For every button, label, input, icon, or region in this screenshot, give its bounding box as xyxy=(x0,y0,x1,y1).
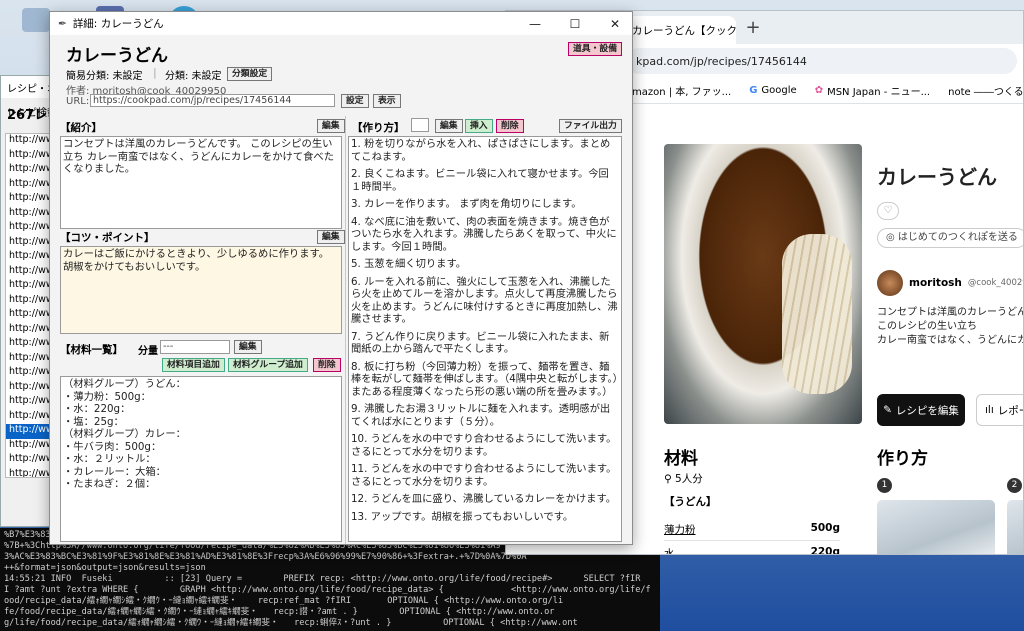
author-id: @cook_40029950 xyxy=(967,278,1023,288)
simple-class-label: 簡易分類: 未設定 xyxy=(66,71,143,82)
step-number-field[interactable] xyxy=(411,118,429,132)
terminal-line: I ?amt ?unt ?extra WHERE { GRAPH <http:/… xyxy=(4,585,651,595)
google-icon: G xyxy=(749,85,758,96)
file-output-button[interactable]: ファイル出力 xyxy=(559,119,622,133)
step-item: 2. 良くこねます。ビニール袋に入れて寝かせます。今回１時間半。 xyxy=(351,168,609,193)
new-tab-icon[interactable]: + xyxy=(740,17,766,38)
tab-title: カレーうどん【クックパッド】 xyxy=(632,24,736,37)
step-item: 8. 板に打ち粉（今回薄力粉）を振って、麺帯を置き、麺棒を転がして麺帯を伸ばしま… xyxy=(351,360,618,398)
step-item: 11. うどんを水の中ですり合わせるようにして洗います。さるにとって水分を切りま… xyxy=(351,463,617,488)
person-icon: ⚲ xyxy=(664,473,676,485)
recipe-title: カレーうどん xyxy=(877,165,997,189)
tips-heading: 【コツ・ポイント】 xyxy=(60,232,155,244)
first-tsukurepo-button[interactable]: ◎ はじめてのつくれぽを送る xyxy=(877,228,1023,248)
pencil-icon: ✎ xyxy=(883,404,892,416)
detail-window[interactable]: ✒ 詳細: カレーうどん — ☐ ✕ カレーうどん 道具・設備 簡易分類: 未設… xyxy=(49,11,633,545)
step-item: 10. うどんを水の中ですり合わせるようにして洗います。さるにとって水分を切りま… xyxy=(351,433,617,458)
step-item: 5. 玉葱を細く切ります。 xyxy=(351,258,467,270)
terminal-line: fe/food/recipe_data/繧ｫ繝ｬ繝ｼ繧・ｸ繝ｳ・ｰ縺ｮ繝ｬ繧ｷ繝… xyxy=(4,607,555,617)
servings: ⚲ 5人分 xyxy=(664,473,703,485)
add-material-item-button[interactable]: 材料項目追加 xyxy=(162,358,225,372)
recipe-photo xyxy=(664,144,862,424)
msn-icon: ✿ xyxy=(814,85,824,96)
materials-delete-button[interactable]: 削除 xyxy=(313,358,341,372)
add-material-group-button[interactable]: 材料グループ追加 xyxy=(228,358,308,372)
heart-icon[interactable]: ♡ xyxy=(877,202,899,220)
step-item: 3. カレーを作ります。 まず肉を角切りにします。 xyxy=(351,198,582,210)
step-item: 4. なべ底に油を敷いて、肉の表面を焼きます。焼き色がついたら水を入れます。沸騰… xyxy=(351,215,617,253)
browser-tab[interactable]: カレーうどん【クックパッド】 ✕ xyxy=(626,16,736,44)
step-item: 6. ルーを入れる前に、強火にして玉葱を入れ、沸騰したら火を止めてルーを溶かしま… xyxy=(351,275,618,326)
recipe-page: カレーうどん ♡ ◎ はじめてのつくれぽを送る moritosh @cook_4… xyxy=(626,104,1023,554)
step-item: 9. 沸騰したお湯３リットルに麺を入れます。透明感が出てくれば水にとります（５分… xyxy=(351,403,611,428)
step-item: 12. うどんを皿に盛り、沸騰しているカレーをかけます。 xyxy=(351,493,617,505)
minimize-icon[interactable]: — xyxy=(518,17,552,31)
intro-text[interactable]: コンセプトは洋風のカレーうどんです。 このレシピの生い立ち カレー南蛮ではなく、… xyxy=(60,136,342,229)
set-button[interactable]: 設定 xyxy=(341,94,369,108)
amount-field[interactable]: --- xyxy=(160,340,230,354)
ingredient-row: 薄力粉 500g xyxy=(664,522,840,541)
steps-heading: 作り方 xyxy=(877,449,928,469)
terminal-line: ood/recipe_data/繧ｫ繝ｬ繝ｼ繧・ｸ繝ｳ・ｰ縺ｮ繝ｬ繧ｷ繝斐・ r… xyxy=(4,596,564,606)
intro-heading: 【紹介】 xyxy=(60,122,102,134)
materials-text[interactable]: （材料グループ）うどん： ・薄力粉：500g： ・水：220g： ・塩：25g：… xyxy=(60,376,342,542)
author-name: moritosh xyxy=(909,277,962,289)
recipe-name: カレーうどん xyxy=(66,46,168,66)
step-item: 1. 粉を切りながら水を入れ、ぱさぱさにします。まとめてこねます。 xyxy=(351,138,611,163)
step-item: 7. うどん作りに戻ります。ビニール袋に入れたまま、新聞紙の上から踏んで平たくし… xyxy=(351,330,610,356)
edit-recipe-button[interactable]: ✎ レシピを編集 xyxy=(877,394,965,426)
recipe-description: コンセプトは洋風のカレーうどんです。 このレシピの生い立ち カレー南蛮ではなく、… xyxy=(877,307,1023,346)
steps-edit-button[interactable]: 編集 xyxy=(435,119,463,133)
materials-heading: 【材料一覧】 xyxy=(60,344,123,356)
bookmark-msn[interactable]: ✿ MSN Japan - ニュー... xyxy=(815,83,930,98)
steps-text[interactable]: 1. 粉を切りながら水を入れ、ぱさぱさにします。まとめてこねます。 2. 良くこね… xyxy=(348,136,622,542)
insert-step-button[interactable]: 挿入 xyxy=(465,119,493,133)
materials-heading: 材料 xyxy=(664,449,698,469)
report-button[interactable]: ılıレポー xyxy=(976,394,1023,426)
step-item: 13. アップです。胡椒を振ってもおいしいです。 xyxy=(351,510,574,523)
bookmark-amazon[interactable]: mazon | 本, ファッ... xyxy=(632,83,731,98)
amount-label: 分量 xyxy=(138,346,158,357)
step-number: 1 xyxy=(877,478,892,493)
title-bar: ✒ 詳細: カレーうどん — ☐ ✕ xyxy=(50,12,632,35)
bookmark-note[interactable]: note ――つくる、つ... xyxy=(948,83,1023,98)
url-label: URL: xyxy=(66,96,90,107)
steps-heading: 【作り方】 xyxy=(352,122,405,134)
terminal-line: g/life/food/recipe_data/繧ｫ繝ｬ繝ｼ繧・ｸ繝ｳ・ｰ縺ｮ繝… xyxy=(4,618,578,628)
url-field[interactable]: https://cookpad.com/jp/recipes/17456144 xyxy=(90,94,335,107)
tips-edit-button[interactable]: 編集 xyxy=(317,230,345,244)
step-photo xyxy=(1007,500,1023,554)
avatar xyxy=(877,270,903,296)
terminal-line: ++&format=json&output=json&results=json xyxy=(4,563,206,573)
step-photo xyxy=(877,500,995,554)
terminal-line: 14:55:21 INFO Fuseki :: [23] Query = PRE… xyxy=(4,574,641,584)
chart-icon: ılı xyxy=(985,404,994,416)
address-bar[interactable]: kpad.com/jp/recipes/17456144 xyxy=(626,48,1017,74)
recycle-bin-icon[interactable] xyxy=(22,8,50,32)
class-label: 分類: 未設定 xyxy=(165,71,222,82)
tips-text[interactable]: カレーはご飯にかけるときより、少しゆるめに作ります。胡椒をかけてもおいしいです。 xyxy=(60,246,342,334)
camera-icon: ◎ xyxy=(886,232,898,243)
bookmark-google[interactable]: G Google xyxy=(749,85,796,96)
window-title: 詳細: カレーうどん xyxy=(72,18,164,30)
maximize-icon[interactable]: ☐ xyxy=(558,17,592,31)
step-number: 2 xyxy=(1007,478,1022,493)
author-block[interactable]: moritosh @cook_40029950 xyxy=(877,270,1023,296)
tools-button[interactable]: 道具・設備 xyxy=(568,42,622,56)
feather-icon: ✒ xyxy=(58,17,67,30)
close-icon[interactable]: ✕ xyxy=(598,17,632,31)
class-set-button[interactable]: 分類設定 xyxy=(227,67,273,81)
delete-step-button[interactable]: 削除 xyxy=(496,119,524,133)
materials-edit-button[interactable]: 編集 xyxy=(234,340,262,354)
show-button[interactable]: 表示 xyxy=(373,94,401,108)
ingredient-group: 【うどん】 xyxy=(664,496,717,508)
intro-edit-button[interactable]: 編集 xyxy=(317,119,345,133)
ingredient-row: 水 220g xyxy=(664,546,840,554)
